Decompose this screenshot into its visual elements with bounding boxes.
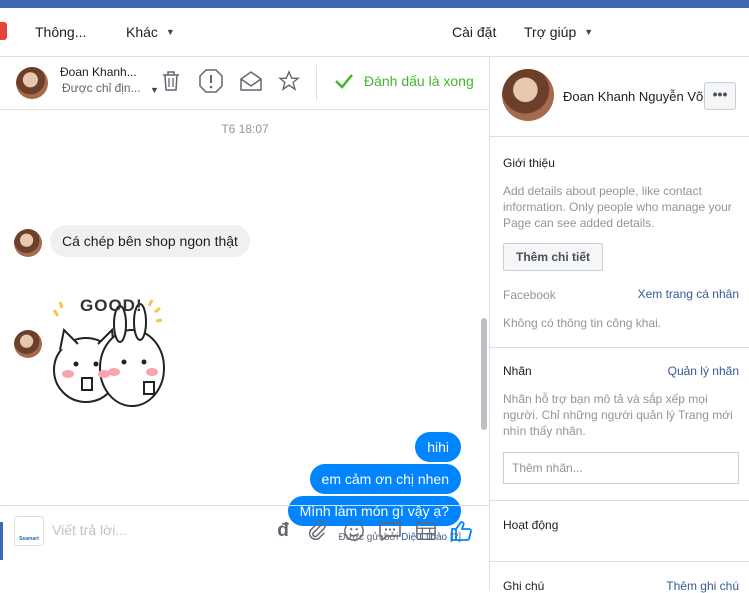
spam-alert-icon[interactable] bbox=[197, 67, 225, 95]
manage-labels-link[interactable]: Quản lý nhãn bbox=[668, 364, 739, 378]
intro-text: Add details about people, like contact i… bbox=[503, 184, 732, 230]
mark-unread-icon[interactable] bbox=[237, 67, 265, 95]
nav-help-label[interactable]: Trợ giúp bbox=[524, 24, 576, 40]
notification-badge bbox=[0, 22, 7, 40]
activity-title: Hoạt động bbox=[503, 518, 559, 532]
more-options-button[interactable]: ••• bbox=[704, 82, 736, 110]
reply-composer: Seamart Viết trả lời... đ bbox=[0, 505, 490, 555]
nav-help[interactable]: Trợ giúp ▼ bbox=[524, 24, 593, 40]
mark-done-label[interactable]: Đánh dấu là xong bbox=[364, 73, 474, 89]
add-details-button[interactable]: Thêm chi tiết bbox=[503, 243, 604, 271]
scrollbar[interactable] bbox=[481, 318, 487, 430]
emoji-icon[interactable] bbox=[342, 519, 366, 543]
saved-reply-icon[interactable] bbox=[378, 519, 402, 543]
outgoing-message: hihi bbox=[415, 432, 461, 462]
outgoing-message: em cảm ơn chị nhen bbox=[309, 464, 461, 494]
divider bbox=[490, 500, 749, 501]
divider bbox=[490, 561, 749, 562]
incoming-message: Cá chép bên shop ngon thật bbox=[50, 225, 250, 257]
avatar[interactable] bbox=[16, 67, 48, 99]
caret-down-icon: ▼ bbox=[584, 27, 594, 37]
checkmark-icon bbox=[335, 74, 353, 89]
nav-settings[interactable]: Cài đặt bbox=[452, 24, 496, 40]
divider bbox=[316, 65, 317, 101]
profile-panel: Đoan Khanh Nguyễn Võ ••• Giới thiệu Add … bbox=[490, 57, 749, 593]
profile-name[interactable]: Đoan Khanh Nguyễn Võ bbox=[563, 89, 703, 104]
add-note-link[interactable]: Thêm ghi chú bbox=[666, 579, 739, 593]
view-profile-link[interactable]: Xem trang cá nhân bbox=[638, 287, 739, 301]
caret-down-icon: ▼ bbox=[165, 27, 175, 37]
like-icon[interactable] bbox=[450, 519, 474, 543]
intro-title: Giới thiệu bbox=[503, 156, 555, 170]
avatar[interactable] bbox=[14, 330, 42, 358]
nav-other-label[interactable]: Khác bbox=[126, 24, 158, 40]
reply-input[interactable]: Viết trả lời... bbox=[52, 522, 127, 538]
appointment-icon[interactable] bbox=[414, 519, 438, 543]
avatar[interactable] bbox=[14, 229, 42, 257]
sticker: GOOD! bbox=[48, 290, 170, 410]
trash-icon[interactable] bbox=[157, 67, 185, 95]
star-icon[interactable] bbox=[275, 67, 303, 95]
add-label-input[interactable]: Thêm nhãn... bbox=[503, 452, 739, 484]
facebook-label: Facebook bbox=[503, 288, 556, 302]
avatar[interactable] bbox=[502, 69, 554, 121]
labels-text: Nhãn hỗ trợ bạn mô tả và sắp xếp mọi ngư… bbox=[503, 392, 733, 438]
sticker-text: GOOD! bbox=[80, 296, 143, 315]
divider bbox=[490, 347, 749, 348]
attachment-icon[interactable] bbox=[305, 519, 329, 543]
nav-other[interactable]: Khác ▼ bbox=[126, 24, 175, 40]
notes-title: Ghi chú bbox=[503, 579, 545, 593]
message-timestamp: T6 18:07 bbox=[221, 122, 269, 136]
payment-icon[interactable]: đ bbox=[271, 519, 295, 543]
no-public-info: Không có thông tin công khai. bbox=[503, 316, 662, 330]
page-logo-text: Seamart bbox=[19, 536, 39, 542]
page-logo: Seamart bbox=[14, 516, 44, 546]
contact-name[interactable]: Đoan Khanh... bbox=[60, 65, 137, 79]
mark-done-button[interactable]: Đánh dấu là xong bbox=[334, 73, 474, 89]
top-color-bar bbox=[0, 0, 749, 8]
assigned-to-dropdown[interactable]: Được chỉ địn... bbox=[62, 81, 141, 95]
nav-info[interactable]: Thông... bbox=[35, 24, 86, 40]
top-navigation: Thông... Khác ▼ Cài đặt Trợ giúp ▼ bbox=[0, 8, 749, 57]
labels-title: Nhãn bbox=[503, 364, 532, 378]
message-thread: T6 18:07 Cá chép bên shop ngon thật GOOD… bbox=[0, 110, 490, 560]
conversation-panel: Đoan Khanh... Được chỉ địn... ▼ Đánh dấu… bbox=[0, 57, 490, 590]
conversation-header: Đoan Khanh... Được chỉ địn... ▼ Đánh dấu… bbox=[0, 57, 490, 110]
profile-header: Đoan Khanh Nguyễn Võ ••• bbox=[490, 57, 749, 137]
